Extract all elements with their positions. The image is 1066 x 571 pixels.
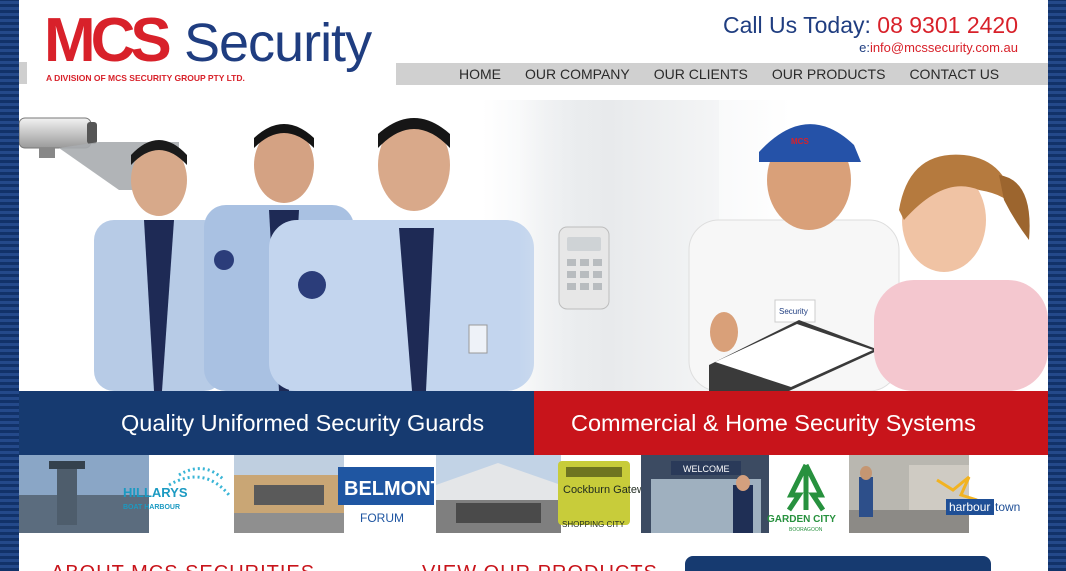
- site-logo[interactable]: MCS Security A DIVISION OF MCS SECURITY …: [44, 10, 384, 88]
- email-label: e:: [859, 40, 870, 55]
- cockburn-gateway-logo: Cockburn Gateway SHOPPING CITY: [436, 455, 641, 533]
- logo-mcs-text: MCS: [44, 6, 172, 75]
- harbour-name: harbour: [949, 500, 990, 514]
- logo-security-text: Security: [184, 13, 372, 73]
- client-harbour-town-tile[interactable]: harbour town: [849, 455, 1048, 533]
- nav-our-products[interactable]: OUR PRODUCTS: [772, 66, 886, 82]
- main-nav: HOME OUR COMPANY OUR CLIENTS OUR PRODUCT…: [396, 63, 1048, 85]
- products-heading[interactable]: VIEW OUR PRODUCTS: [422, 562, 658, 571]
- call-us-label: Call Us Today:: [723, 12, 878, 38]
- about-heading[interactable]: ABOUT MCS SECURITIES: [51, 562, 315, 571]
- clients-strip: HILLARYS BOAT HARBOUR BELMONT FORUM Cock…: [19, 455, 1048, 533]
- right-border-stripe: [1047, 0, 1066, 571]
- banner-security-systems[interactable]: Commercial & Home Security Systems: [534, 391, 1048, 455]
- call-us-line: Call Us Today: 08 9301 2420: [723, 12, 1018, 39]
- belmont-name: BELMONT: [344, 478, 436, 500]
- email-link[interactable]: info@mcssecurity.com.au: [870, 40, 1018, 55]
- nav-home[interactable]: HOME: [459, 66, 501, 82]
- harbour-sub: town: [995, 500, 1020, 514]
- hillarys-boat-harbour-logo: HILLARYS BOAT HARBOUR: [19, 455, 234, 533]
- banner-security-systems-label: Commercial & Home Security Systems: [571, 409, 976, 436]
- garden-city-logo: WELCOME GARDEN CITY BOORAGOON: [641, 455, 849, 533]
- client-garden-city-tile[interactable]: WELCOME GARDEN CITY BOORAGOON: [641, 455, 849, 533]
- garden-city-name: GARDEN CITY: [767, 514, 836, 525]
- nav-our-company[interactable]: OUR COMPANY: [525, 66, 630, 82]
- client-belmont-tile[interactable]: BELMONT FORUM: [234, 455, 436, 533]
- nav-contact-us[interactable]: CONTACT US: [909, 66, 999, 82]
- client-cockburn-tile[interactable]: Cockburn Gateway SHOPPING CITY: [436, 455, 641, 533]
- garden-city-sub: BOORAGOON: [789, 527, 823, 533]
- email-line: e:info@mcssecurity.com.au: [859, 40, 1018, 55]
- banner-security-guards[interactable]: Quality Uniformed Security Guards: [19, 391, 534, 455]
- belmont-sub: FORUM: [360, 511, 404, 525]
- client-hillarys-tile[interactable]: HILLARYS BOAT HARBOUR: [19, 455, 234, 533]
- belmont-forum-logo: BELMONT FORUM: [234, 455, 436, 533]
- left-border-stripe: [0, 0, 19, 571]
- cap-logo-text: MCS: [791, 137, 809, 146]
- harbour-town-logo: harbour town: [849, 455, 1048, 533]
- security-guards-image: [94, 118, 534, 391]
- hillarys-sub: BOAT HARBOUR: [123, 504, 180, 511]
- banner-security-guards-label: Quality Uniformed Security Guards: [121, 409, 485, 436]
- sidebar-panel: [685, 556, 991, 571]
- shirt-logo-text: Security: [779, 307, 808, 316]
- page: MCS Security A DIVISION OF MCS SECURITY …: [19, 0, 1048, 571]
- alarm-keypad-icon: [558, 226, 610, 310]
- welcome-sign-text: WELCOME: [683, 464, 730, 474]
- cockburn-name: Cockburn Gateway: [563, 484, 641, 496]
- technician-and-customer-image: MCS Security: [688, 124, 1048, 391]
- cockburn-sub: SHOPPING CITY: [562, 520, 625, 529]
- hero-banner: MCS Security: [19, 100, 1048, 391]
- logo-tagline: A DIVISION OF MCS SECURITY GROUP PTY LTD…: [46, 73, 245, 83]
- hillarys-name: HILLARYS: [123, 485, 188, 500]
- nav-bar-left-cap: [19, 62, 27, 84]
- phone-number[interactable]: 08 9301 2420: [877, 12, 1018, 38]
- nav-our-clients[interactable]: OUR CLIENTS: [654, 66, 748, 82]
